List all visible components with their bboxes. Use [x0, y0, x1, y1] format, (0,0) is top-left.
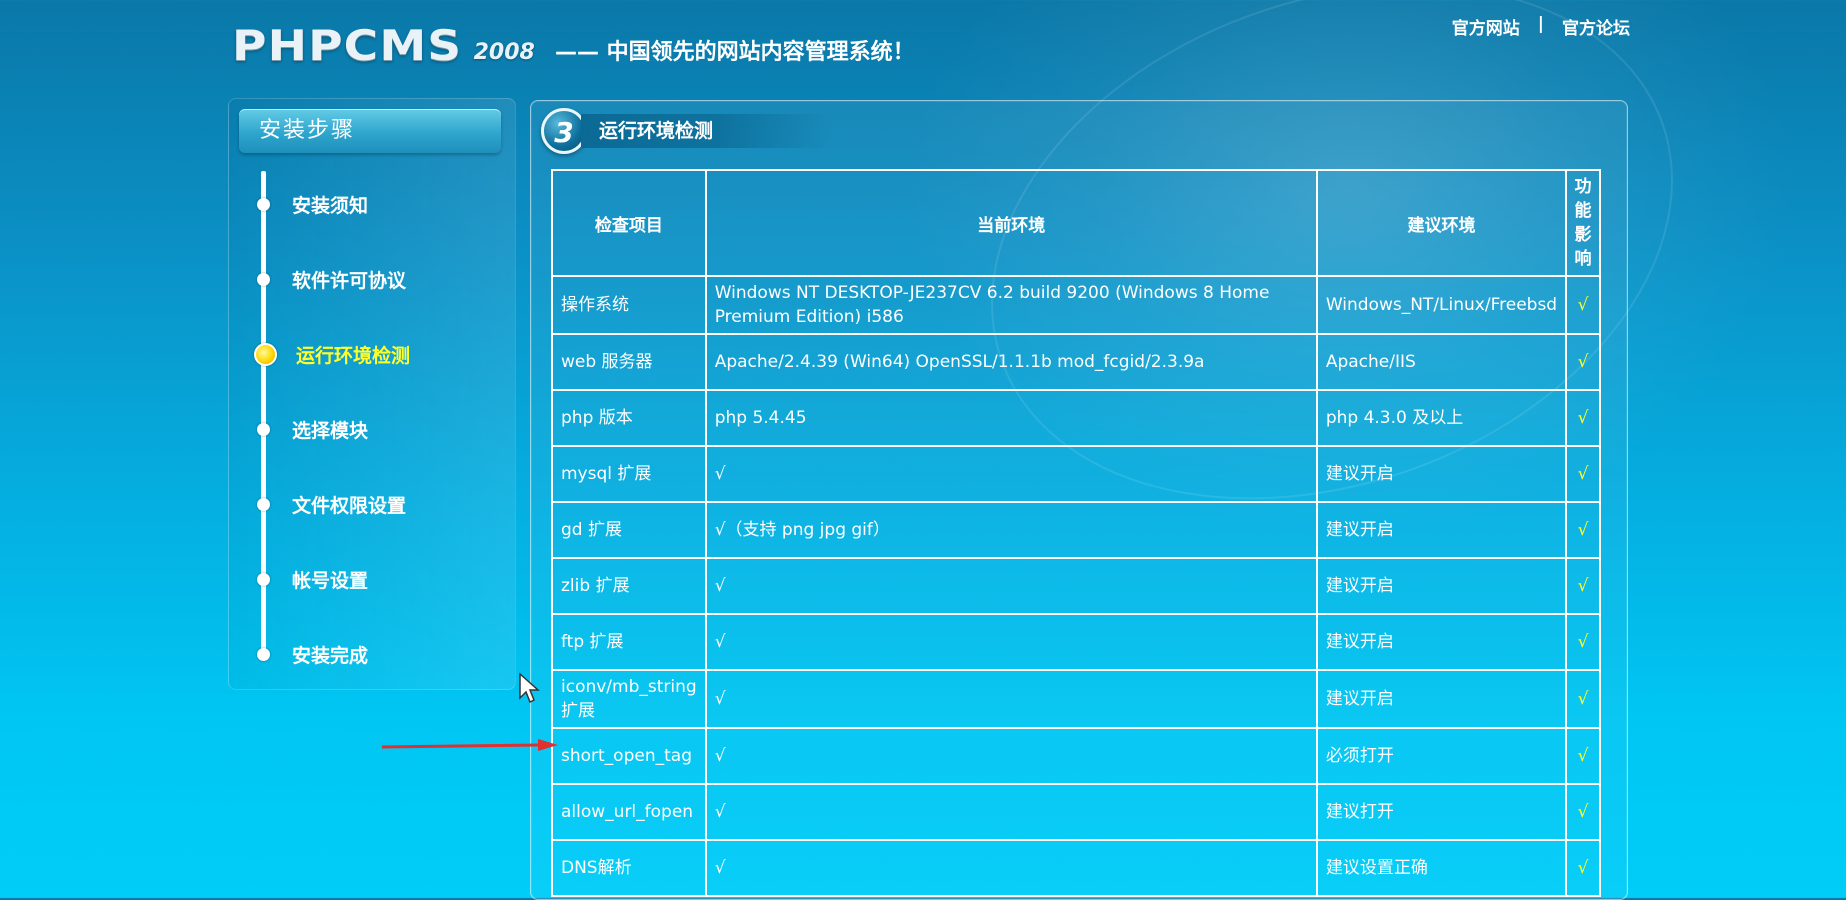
- step-select-modules: 选择模块: [255, 416, 368, 443]
- cell-recommended: 建议开启: [1315, 501, 1568, 559]
- cell-effect-check: √: [1565, 839, 1601, 897]
- official-site-link[interactable]: 官方网站: [1452, 14, 1520, 39]
- tagline: —— 中国领先的网站内容管理系统！: [555, 40, 915, 65]
- cell-item: php 版本: [551, 389, 707, 447]
- cell-recommended: 必须打开: [1315, 727, 1568, 785]
- cell-item: DNS解析: [551, 839, 707, 897]
- top-links: 官方网站 | 官方论坛: [1452, 14, 1630, 39]
- cell-recommended: php 4.3.0 及以上: [1315, 389, 1568, 447]
- step-label-active: 运行环境检测: [296, 345, 411, 367]
- table-row: mysql 扩展 √ 建议开启 √: [551, 445, 1601, 503]
- cell-current: √: [704, 839, 1318, 897]
- step-environment-check: 运行环境检测: [254, 341, 411, 368]
- step-install-notice: 安装须知: [255, 191, 368, 218]
- cell-effect-check: √: [1565, 727, 1601, 785]
- table-row: iconv/mb_string 扩展 √ 建议开启 √: [551, 669, 1601, 729]
- cell-item: ftp 扩展: [551, 613, 707, 671]
- red-arrow-icon: [381, 739, 558, 751]
- table-row: php 版本 php 5.4.45 php 4.3.0 及以上 √: [551, 389, 1601, 447]
- cell-item: zlib 扩展: [551, 557, 707, 615]
- table-row: ftp 扩展 √ 建议开启 √: [551, 613, 1601, 671]
- cell-effect-check: √: [1565, 557, 1601, 615]
- step-label: 安装须知: [292, 195, 369, 217]
- cell-item: gd 扩展: [551, 501, 707, 559]
- cell-recommended: Windows_NT/Linux/Freebsd: [1315, 275, 1568, 335]
- cell-current: √: [704, 613, 1318, 671]
- cell-item: mysql 扩展: [551, 445, 707, 503]
- cell-recommended: 建议开启: [1315, 669, 1568, 729]
- table-row: DNS解析 √ 建议设置正确 √: [551, 839, 1601, 897]
- environment-check-table: 检查项目 当前环境 建议环境 功能影响 操作系统 Windows NT DESK…: [551, 169, 1601, 897]
- link-separator: |: [1537, 14, 1544, 34]
- cell-recommended: 建议开启: [1315, 445, 1568, 503]
- step-label: 帐号设置: [292, 570, 369, 592]
- cell-effect-check: √: [1565, 333, 1601, 391]
- cell-current: √: [704, 783, 1318, 841]
- cell-effect-check: √: [1565, 445, 1601, 503]
- step-title: 运行环境检测: [581, 114, 834, 148]
- header-check-item: 检查项目: [551, 169, 707, 277]
- cell-current: √: [704, 445, 1318, 503]
- cell-item: iconv/mb_string 扩展: [551, 669, 707, 729]
- cell-recommended: 建议设置正确: [1315, 839, 1568, 897]
- cell-current: √（支持 png jpg gif）: [704, 501, 1318, 559]
- official-forum-link[interactable]: 官方论坛: [1562, 14, 1630, 39]
- table-row: zlib 扩展 √ 建议开启 √: [551, 557, 1601, 615]
- cell-current: Apache/2.4.39 (Win64) OpenSSL/1.1.1b mod…: [704, 333, 1318, 391]
- step-dot-icon: [257, 573, 270, 586]
- header-effect: 功能影响: [1565, 169, 1601, 277]
- step-dot-icon: [257, 498, 270, 511]
- cell-recommended: 建议打开: [1315, 783, 1568, 841]
- step-license-agreement: 软件许可协议: [255, 266, 406, 293]
- cell-recommended: 建议开启: [1315, 613, 1568, 671]
- step-label: 文件权限设置: [292, 495, 407, 517]
- table-row: gd 扩展 √（支持 png jpg gif） 建议开启 √: [551, 501, 1601, 559]
- cell-recommended: 建议开启: [1315, 557, 1568, 615]
- step-file-permissions: 文件权限设置: [255, 491, 406, 518]
- logo-main-text: PHPCMS: [232, 21, 463, 70]
- cell-item: short_open_tag: [551, 727, 707, 785]
- step-label: 软件许可协议: [292, 270, 407, 292]
- table-row: web 服务器 Apache/2.4.39 (Win64) OpenSSL/1.…: [551, 333, 1601, 391]
- cell-effect-check: √: [1565, 669, 1601, 729]
- step-dot-icon: [257, 198, 270, 211]
- phpcms-logo: PHPCMS 2008: [232, 21, 535, 70]
- step-header: 3 运行环境检测: [541, 108, 834, 154]
- install-steps-sidebar: 安装步骤 安装须知 软件许可协议 运行环境检测 选择模块 文件权限设置 帐号设置…: [228, 98, 516, 690]
- cell-current: Windows NT DESKTOP-JE237CV 6.2 build 920…: [704, 275, 1318, 335]
- step-label: 安装完成: [292, 645, 369, 667]
- step-label: 选择模块: [292, 420, 369, 442]
- table-row: short_open_tag √ 必须打开 √: [551, 727, 1601, 785]
- cell-effect-check: √: [1565, 613, 1601, 671]
- main-panel: 3 运行环境检测 检查项目 当前环境 建议环境 功能影响 操作系统 Window…: [530, 100, 1628, 900]
- step-dot-icon: [257, 423, 270, 436]
- active-step-dot-icon: [254, 343, 277, 366]
- table-header-row: 检查项目 当前环境 建议环境 功能影响: [551, 169, 1601, 277]
- cell-effect-check: √: [1565, 501, 1601, 559]
- header-recommended-env: 建议环境: [1315, 169, 1568, 277]
- cell-item: web 服务器: [551, 333, 707, 391]
- cell-effect-check: √: [1565, 783, 1601, 841]
- cell-item: 操作系统: [551, 275, 707, 335]
- logo-year-text: 2008: [473, 40, 535, 65]
- cell-item: allow_url_fopen: [551, 783, 707, 841]
- cell-effect-check: √: [1565, 389, 1601, 447]
- cell-effect-check: √: [1565, 275, 1601, 335]
- cell-current: √: [704, 557, 1318, 615]
- cell-current: √: [704, 669, 1318, 729]
- step-account-settings: 帐号设置: [255, 566, 368, 593]
- step-install-complete: 安装完成: [255, 641, 368, 668]
- cell-recommended: Apache/IIS: [1315, 333, 1568, 391]
- step-dot-icon: [257, 273, 270, 286]
- cell-current: php 5.4.45: [704, 389, 1318, 447]
- cell-current: √: [704, 727, 1318, 785]
- header-current-env: 当前环境: [704, 169, 1318, 277]
- table-row: 操作系统 Windows NT DESKTOP-JE237CV 6.2 buil…: [551, 275, 1601, 335]
- table-row: allow_url_fopen √ 建议打开 √: [551, 783, 1601, 841]
- sidebar-title: 安装步骤: [239, 109, 501, 153]
- step-dot-icon: [257, 648, 270, 661]
- mouse-cursor-icon: [519, 672, 540, 704]
